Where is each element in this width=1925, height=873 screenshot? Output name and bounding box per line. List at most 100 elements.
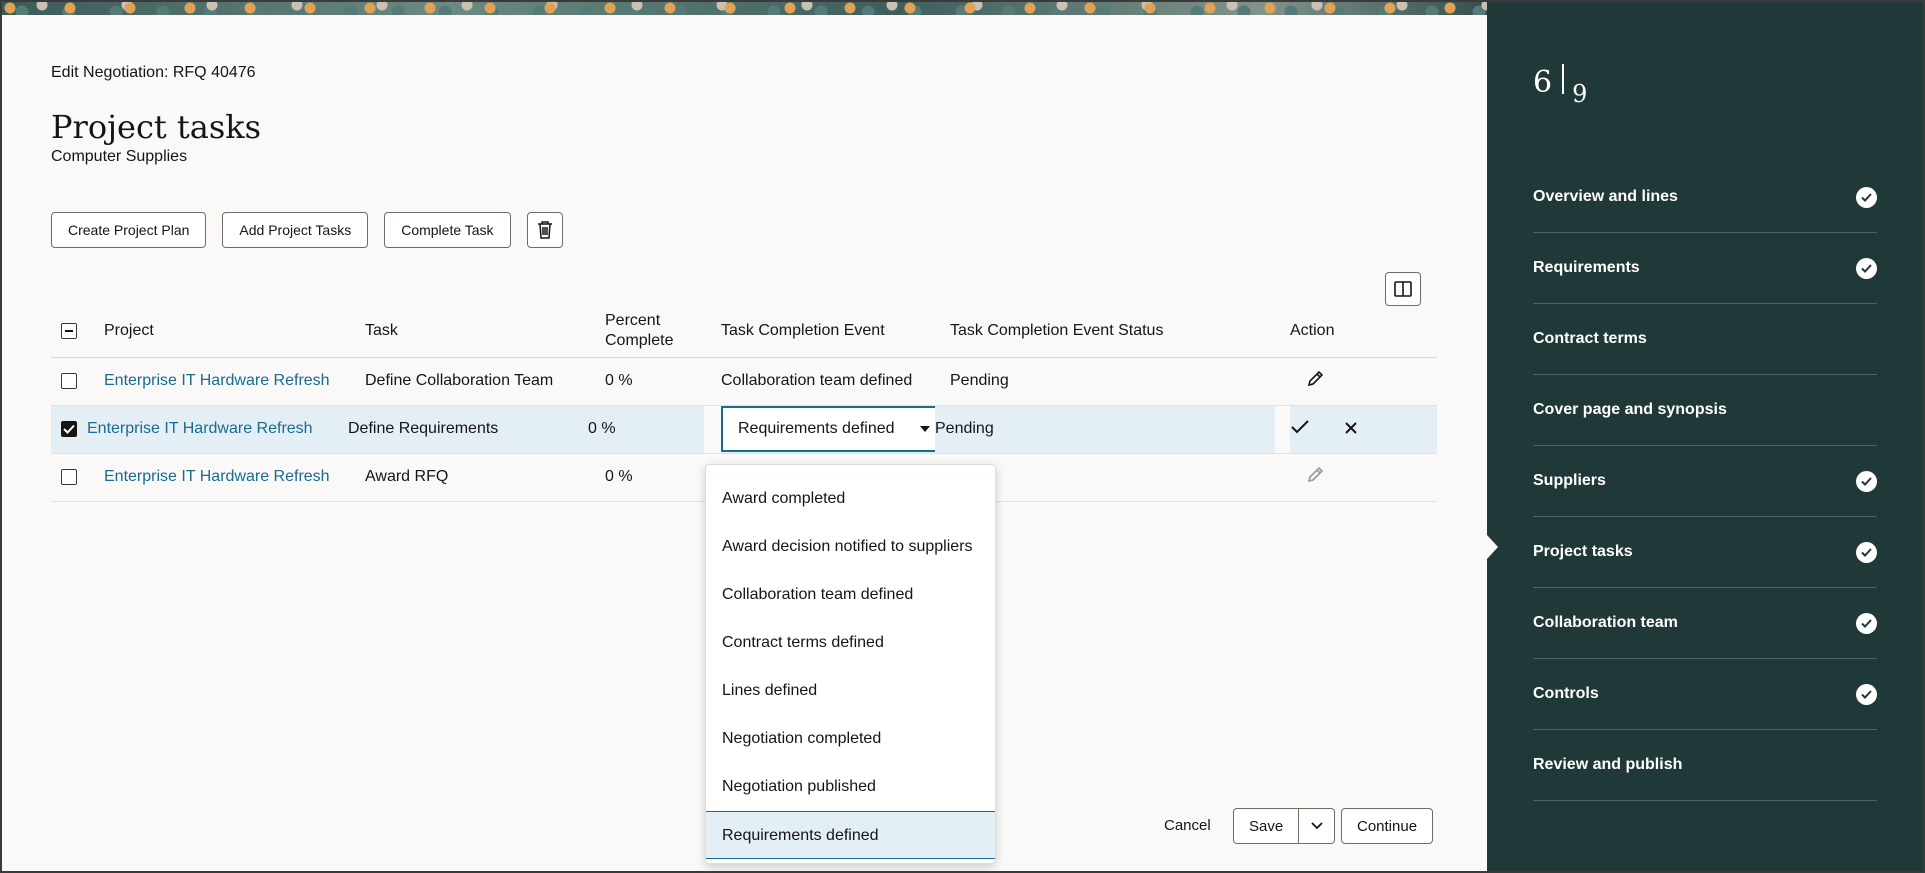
select-all-checkbox[interactable] <box>61 322 77 339</box>
continue-button[interactable]: Continue <box>1341 808 1434 844</box>
status-cell: Pending <box>950 357 1290 406</box>
cancel-x-icon[interactable] <box>1344 421 1358 435</box>
step-label: Review and publish <box>1533 756 1683 773</box>
train-step-review-publish[interactable]: Review and publish <box>1533 730 1877 801</box>
create-project-plan-button[interactable]: Create Project Plan <box>51 212 207 248</box>
task-cell: Define Requirements <box>348 405 588 454</box>
complete-task-button[interactable]: Complete Task <box>384 212 511 248</box>
check-circle-icon <box>1856 257 1877 279</box>
step-label: Collaboration team <box>1533 614 1678 631</box>
action-cell <box>1290 357 1437 406</box>
status-cell: Pending <box>935 405 1275 454</box>
dropdown-option[interactable]: Collaboration team defined <box>706 571 995 619</box>
column-header-status[interactable]: Task Completion Event Status <box>950 305 1290 358</box>
select-all-cell <box>51 305 104 358</box>
toolbar: Create Project Plan Add Project Tasks Co… <box>51 212 563 248</box>
percent-cell: 0 % <box>588 405 704 454</box>
edit-pencil-icon[interactable] <box>1306 466 1324 484</box>
train-steps: Overview and lines Requirements Contract… <box>1533 162 1877 801</box>
percent-cell: 0 % <box>605 453 721 502</box>
step-label: Controls <box>1533 685 1599 702</box>
step-label: Requirements <box>1533 259 1640 276</box>
event-dropdown-list: Award completed Award decision notified … <box>705 464 996 864</box>
task-cell: Award RFQ <box>365 453 605 502</box>
event-cell: Collaboration team defined <box>721 357 950 406</box>
row-select-cell <box>51 357 104 406</box>
train-step-controls[interactable]: Controls <box>1533 659 1877 730</box>
row-checkbox[interactable] <box>61 372 77 389</box>
step-label: Overview and lines <box>1533 188 1678 205</box>
check-circle-icon <box>1856 612 1877 634</box>
table-row-editing[interactable]: Enterprise IT Hardware Refresh Define Re… <box>51 405 1437 454</box>
check-circle-icon <box>1856 683 1877 705</box>
panel-toggle-button[interactable] <box>1385 272 1421 306</box>
caret-down-icon <box>920 426 930 432</box>
project-link[interactable]: Enterprise IT Hardware Refresh <box>87 405 348 454</box>
save-button-group: Save <box>1233 808 1336 844</box>
train-step-requirements[interactable]: Requirements <box>1533 233 1877 304</box>
check-circle-icon <box>1856 186 1877 208</box>
project-link[interactable]: Enterprise IT Hardware Refresh <box>104 357 365 406</box>
column-header-action: Action <box>1290 305 1437 358</box>
decorative-banner <box>2 2 1487 15</box>
row-checkbox-checked[interactable] <box>61 420 77 437</box>
task-cell: Define Collaboration Team <box>365 357 605 406</box>
app-frame: Edit Negotiation: RFQ 40476 Project task… <box>0 0 1925 873</box>
chevron-down-icon <box>1311 822 1323 830</box>
check-circle-icon <box>1856 470 1877 492</box>
confirm-check-icon[interactable] <box>1290 419 1310 435</box>
column-header-event[interactable]: Task Completion Event <box>721 305 950 358</box>
page-subtitle: Computer Supplies <box>51 148 188 165</box>
delete-button[interactable] <box>526 212 563 248</box>
percent-header-label: Percent Complete <box>605 311 674 349</box>
dropdown-option[interactable]: Negotiation published <box>706 763 995 811</box>
train-step-suppliers[interactable]: Suppliers <box>1533 446 1877 517</box>
step-counter: 69 <box>1533 64 1587 108</box>
action-cell <box>1290 453 1437 502</box>
dropdown-option[interactable]: Negotiation completed <box>706 715 995 763</box>
check-circle-icon <box>1856 541 1877 563</box>
row-select-cell <box>51 453 104 502</box>
train-step-contract-terms[interactable]: Contract terms <box>1533 304 1877 375</box>
dropdown-option-selected[interactable]: Requirements defined <box>706 811 995 859</box>
step-label: Suppliers <box>1533 472 1606 489</box>
save-button[interactable]: Save <box>1233 808 1300 844</box>
percent-cell: 0 % <box>605 357 721 406</box>
dropdown-option[interactable]: Lines defined <box>706 667 995 715</box>
event-select-cell: Requirements defined <box>721 405 950 454</box>
add-project-tasks-button[interactable]: Add Project Tasks <box>222 212 369 248</box>
action-cell <box>1290 405 1437 454</box>
check-mark-icon <box>63 424 75 434</box>
dropdown-option[interactable]: Award decision notified to suppliers <box>706 523 995 571</box>
columns-icon <box>1394 281 1412 297</box>
train-step-overview[interactable]: Overview and lines <box>1533 162 1877 233</box>
task-completion-event-select[interactable]: Requirements defined <box>721 406 950 452</box>
cancel-button[interactable]: Cancel <box>1150 808 1225 844</box>
column-header-percent[interactable]: Percent Complete <box>605 305 721 358</box>
save-menu-button[interactable] <box>1299 808 1336 844</box>
edit-pencil-icon[interactable] <box>1306 370 1324 388</box>
current-step-number: 6 <box>1533 65 1553 100</box>
dropdown-option[interactable]: Contract terms defined <box>706 619 995 667</box>
train-step-cover-page[interactable]: Cover page and synopsis <box>1533 375 1877 446</box>
dropdown-option[interactable]: Award completed <box>706 475 995 523</box>
project-link[interactable]: Enterprise IT Hardware Refresh <box>104 453 365 502</box>
trash-icon <box>537 221 552 239</box>
step-label: Contract terms <box>1533 330 1647 347</box>
breadcrumb: Edit Negotiation: RFQ 40476 <box>51 64 256 81</box>
train-step-project-tasks[interactable]: Project tasks <box>1533 517 1877 588</box>
step-label: Project tasks <box>1533 543 1633 560</box>
row-checkbox[interactable] <box>61 468 77 485</box>
table-header-row: Project Task Percent Complete Task Compl… <box>51 305 1437 358</box>
total-steps-number: 9 <box>1572 80 1588 108</box>
column-header-task[interactable]: Task <box>365 305 605 358</box>
column-header-project[interactable]: Project <box>104 305 365 358</box>
step-separator <box>1562 64 1565 94</box>
status-cell <box>950 453 1290 502</box>
train-sidebar: 69 Overview and lines Requirements Contr… <box>1487 2 1923 871</box>
table-row[interactable]: Enterprise IT Hardware Refresh Define Co… <box>51 357 1437 406</box>
train-step-collaboration-team[interactable]: Collaboration team <box>1533 588 1877 659</box>
select-value: Requirements defined <box>738 420 895 437</box>
page-title: Project tasks <box>51 108 262 146</box>
current-step-notch <box>1487 535 1498 559</box>
